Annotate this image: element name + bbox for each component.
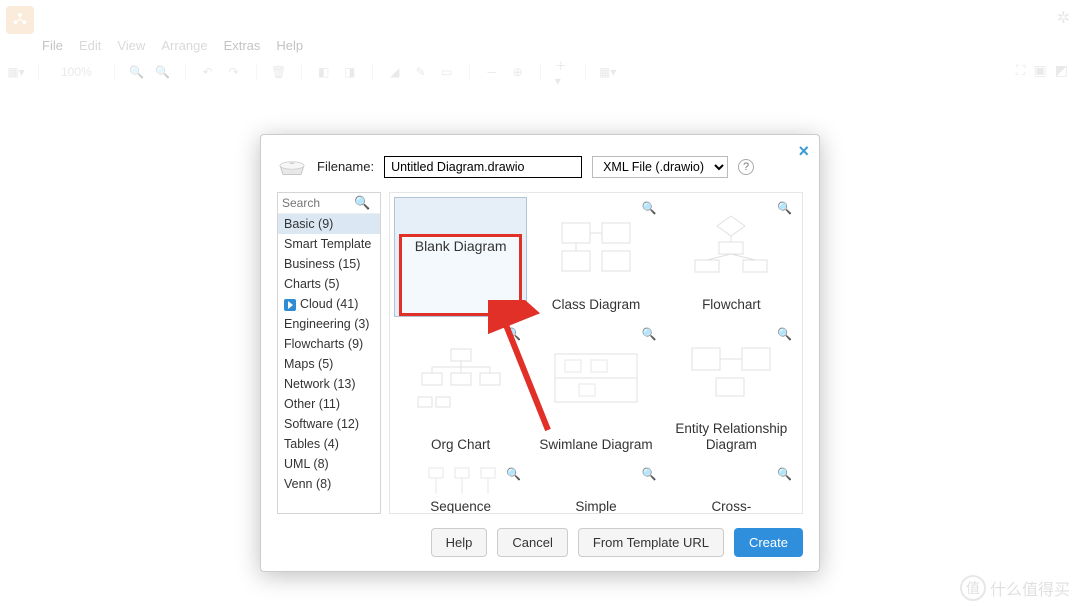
search-input[interactable] [282, 196, 354, 210]
format-select[interactable]: XML File (.drawio) [592, 156, 728, 178]
category-engineering[interactable]: Engineering (3) [278, 314, 380, 334]
category-sidebar: 🔍 Basic (9) Smart Template Business (15)… [277, 192, 381, 514]
cancel-button[interactable]: Cancel [497, 528, 567, 557]
template-class-diagram[interactable]: 🔍 Class Diagram [529, 197, 662, 317]
template-cross[interactable]: 🔍 Cross- [665, 463, 798, 514]
magnify-icon[interactable]: 🔍 [642, 327, 657, 341]
filename-input[interactable] [384, 156, 582, 178]
magnify-icon[interactable]: 🔍 [777, 327, 792, 341]
category-tables[interactable]: Tables (4) [278, 434, 380, 454]
category-venn[interactable]: Venn (8) [278, 474, 380, 494]
template-blank-diagram[interactable]: Blank Diagram [394, 197, 527, 317]
category-flowcharts[interactable]: Flowcharts (9) [278, 334, 380, 354]
category-charts[interactable]: Charts (5) [278, 274, 380, 294]
category-cloud[interactable]: Cloud (41) [278, 294, 380, 314]
template-sequence[interactable]: 🔍 Sequence [394, 463, 527, 514]
category-uml[interactable]: UML (8) [278, 454, 380, 474]
template-simple[interactable]: 🔍 Simple [529, 463, 662, 514]
magnify-icon[interactable]: 🔍 [506, 327, 521, 341]
category-network[interactable]: Network (13) [278, 374, 380, 394]
category-business[interactable]: Business (15) [278, 254, 380, 274]
new-diagram-dialog: × Filename: XML File (.drawio) ? 🔍 Basic… [260, 134, 820, 572]
close-icon[interactable]: × [798, 141, 809, 162]
magnify-icon[interactable]: 🔍 [506, 467, 521, 481]
magnify-icon[interactable]: 🔍 [777, 201, 792, 215]
template-entity-relationship-diagram[interactable]: 🔍 Entity Relationship Diagram [665, 323, 798, 457]
filename-label: Filename: [317, 159, 374, 174]
template-swimlane-diagram[interactable]: 🔍 Swimlane Diagram [529, 323, 662, 457]
search-icon[interactable]: 🔍 [354, 195, 370, 211]
category-smart-template[interactable]: Smart Template [278, 234, 380, 254]
category-basic[interactable]: Basic (9) [278, 214, 380, 234]
magnify-icon[interactable]: 🔍 [642, 467, 657, 481]
magnify-icon[interactable]: 🔍 [777, 467, 792, 481]
category-maps[interactable]: Maps (5) [278, 354, 380, 374]
template-grid: Blank Diagram 🔍 Class Diagram 🔍 Flowchar… [389, 192, 803, 514]
modal-overlay: × Filename: XML File (.drawio) ? 🔍 Basic… [0, 0, 1080, 607]
help-button[interactable]: Help [431, 528, 488, 557]
help-icon[interactable]: ? [738, 159, 754, 175]
category-software[interactable]: Software (12) [278, 414, 380, 434]
disk-icon [277, 151, 307, 182]
magnify-icon[interactable]: 🔍 [642, 201, 657, 215]
template-flowchart[interactable]: 🔍 Flowchart [665, 197, 798, 317]
create-button[interactable]: Create [734, 528, 803, 557]
category-other[interactable]: Other (11) [278, 394, 380, 414]
play-icon [284, 299, 296, 311]
template-org-chart[interactable]: 🔍 Org Chart [394, 323, 527, 457]
watermark: 值 什么值得买 [960, 575, 1070, 601]
from-template-url-button[interactable]: From Template URL [578, 528, 724, 557]
